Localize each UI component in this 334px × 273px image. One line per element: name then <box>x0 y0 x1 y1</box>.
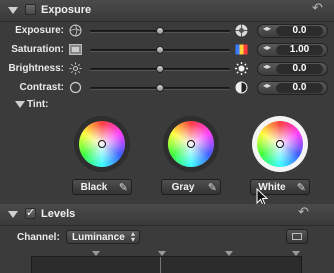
color-wheel[interactable] <box>168 121 214 167</box>
brightness-slider-thumb[interactable] <box>156 65 164 73</box>
gray-tint-wheel[interactable] <box>163 116 219 172</box>
exposure-section-header[interactable]: Exposure ↶ <box>0 0 334 22</box>
contrast-slider-thumb[interactable] <box>156 84 164 92</box>
stepper-arrows-icon[interactable]: ◂▸ <box>263 44 271 52</box>
wheel-puck[interactable] <box>187 140 195 148</box>
levels-section-header[interactable]: Levels ↶ <box>0 204 334 226</box>
black-tint-button[interactable]: Black ✎ <box>72 179 132 195</box>
grayscale-swatch-icon[interactable] <box>69 43 82 56</box>
eyedropper-icon[interactable]: ✎ <box>297 181 306 194</box>
eyedropper-icon[interactable]: ✎ <box>208 181 217 194</box>
aperture-large-icon[interactable] <box>235 24 248 37</box>
wheel-puck[interactable] <box>276 140 284 148</box>
channel-value: Luminance <box>72 232 125 243</box>
disclosure-triangle-icon[interactable] <box>8 211 18 218</box>
color-wheel[interactable] <box>79 121 125 167</box>
half-circle-icon[interactable] <box>235 81 248 94</box>
contrast-value[interactable]: 0.0 <box>276 83 323 93</box>
stepper-arrows-icon[interactable]: ◂▸ <box>263 82 271 90</box>
histogram-peak <box>160 257 161 273</box>
saturation-value[interactable]: 1.00 <box>276 45 323 55</box>
undo-arrow-icon[interactable]: ↶ <box>298 205 309 220</box>
tint-label: Tint: <box>27 99 49 110</box>
tint-disclosure-triangle-icon[interactable] <box>15 101 25 108</box>
stepper-arrows-icon[interactable]: ◂▸ <box>263 25 271 33</box>
black-tint-label: Black <box>80 182 108 193</box>
white-tint-wheel[interactable] <box>252 116 308 172</box>
contrast-label: Contrast: <box>19 82 64 93</box>
gray-tint-label: Gray <box>171 182 195 193</box>
disclosure-triangle-icon[interactable] <box>8 7 18 14</box>
exposure-value-stepper[interactable]: ◂▸ 0.0 <box>257 24 328 38</box>
black-tint-wheel[interactable] <box>74 116 130 172</box>
popup-arrows-icon: ▴ ▾ <box>130 229 135 244</box>
exposure-section-title: Exposure <box>41 4 92 16</box>
histogram-view-icon[interactable] <box>286 229 308 244</box>
color-swatch-icon[interactable] <box>235 43 248 56</box>
saturation-slider-thumb[interactable] <box>156 46 164 54</box>
brightness-value-stepper[interactable]: ◂▸ 0.0 <box>257 62 328 76</box>
saturation-label: Saturation: <box>11 44 64 55</box>
sun-small-icon[interactable] <box>69 62 82 75</box>
exposure-enable-checkbox[interactable] <box>25 4 36 15</box>
brightness-value[interactable]: 0.0 <box>276 64 323 74</box>
color-wheel[interactable] <box>257 121 303 167</box>
stepper-arrows-icon[interactable]: ◂▸ <box>263 63 271 71</box>
channel-popup[interactable]: Luminance ▴ ▾ <box>66 230 140 244</box>
undo-arrow-icon[interactable]: ↶ <box>312 1 323 16</box>
brightness-label: Brightness: <box>8 63 64 74</box>
eyedropper-icon[interactable]: ✎ <box>119 181 128 194</box>
saturation-value-stepper[interactable]: ◂▸ 1.00 <box>257 43 328 57</box>
levels-enable-checkbox[interactable] <box>25 206 36 219</box>
exposure-label: Exposure: <box>15 25 64 36</box>
levels-section-title: Levels <box>41 208 76 220</box>
gray-tint-button[interactable]: Gray ✎ <box>161 179 221 195</box>
aperture-small-icon[interactable] <box>69 24 82 37</box>
contrast-value-stepper[interactable]: ◂▸ 0.0 <box>257 81 328 95</box>
levels-histogram[interactable] <box>31 256 302 273</box>
exposure-value[interactable]: 0.0 <box>276 26 323 36</box>
channel-label: Channel: <box>17 232 60 243</box>
exposure-slider-thumb[interactable] <box>156 27 164 35</box>
adjustments-panel: Exposure ↶ Exposure: ◂▸ 0.0 Saturation: … <box>0 0 334 273</box>
wheel-puck[interactable] <box>98 140 106 148</box>
sun-large-icon[interactable] <box>235 62 248 75</box>
circle-outline-icon[interactable] <box>69 81 82 94</box>
